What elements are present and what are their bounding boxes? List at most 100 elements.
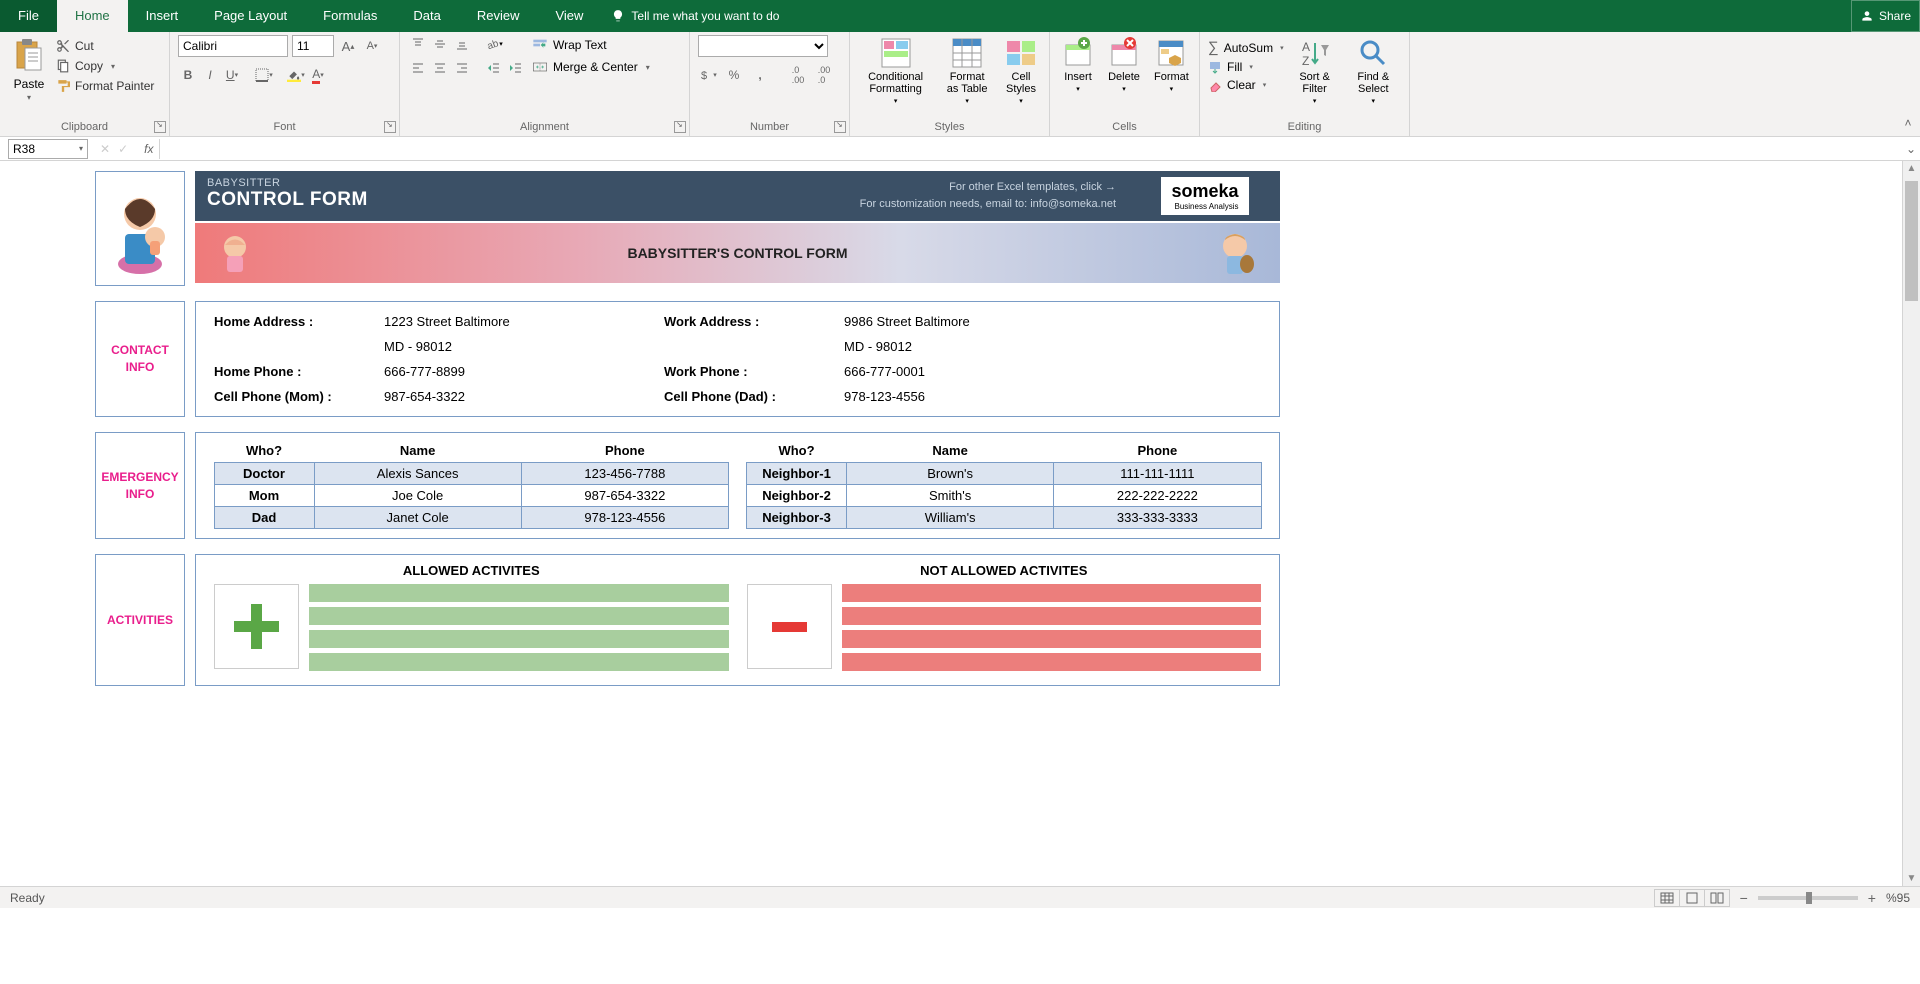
enter-formula-icon[interactable]: ✓ bbox=[118, 142, 128, 156]
tab-page-layout[interactable]: Page Layout bbox=[196, 0, 305, 32]
tab-home[interactable]: Home bbox=[57, 0, 128, 32]
table-row: DoctorAlexis Sances123-456-7788 bbox=[214, 462, 729, 484]
table-row: Neighbor-1Brown's111-111-1111 bbox=[747, 462, 1262, 484]
cut-button[interactable]: Cut bbox=[56, 39, 154, 53]
underline-button[interactable]: U▾ bbox=[222, 65, 242, 85]
tab-view[interactable]: View bbox=[537, 0, 601, 32]
cells-group-label: Cells bbox=[1050, 119, 1199, 136]
increase-indent-button[interactable] bbox=[506, 59, 526, 77]
fill-button[interactable]: Fill▾ bbox=[1208, 60, 1284, 74]
worksheet-area[interactable]: BABYSITTER CONTROL FORM For other Excel … bbox=[0, 161, 1920, 886]
scrollbar-thumb[interactable] bbox=[1905, 181, 1918, 301]
align-bottom-button[interactable] bbox=[452, 35, 472, 53]
outdent-icon bbox=[487, 61, 501, 75]
font-size-select[interactable] bbox=[292, 35, 334, 57]
scroll-down-icon[interactable]: ▼ bbox=[1903, 873, 1920, 884]
align-middle-icon bbox=[433, 37, 447, 51]
copy-button[interactable]: Copy▾ bbox=[56, 59, 154, 73]
align-right-button[interactable] bbox=[452, 59, 472, 77]
font-color-button[interactable]: A▾ bbox=[308, 65, 328, 85]
logo-text: someka bbox=[1171, 181, 1238, 201]
currency-button[interactable]: $▾ bbox=[698, 65, 718, 85]
grow-font-button[interactable]: A▴ bbox=[338, 36, 358, 56]
not-allowed-lines bbox=[842, 584, 1262, 671]
vertical-scrollbar[interactable]: ▲ ▼ bbox=[1902, 161, 1920, 886]
number-format-select[interactable] bbox=[698, 35, 828, 57]
font-dialog-launcher[interactable] bbox=[384, 121, 396, 133]
fill-color-button[interactable]: ▾ bbox=[286, 65, 306, 85]
increase-decimal-button[interactable]: .0.00 bbox=[788, 65, 808, 85]
shrink-font-button[interactable]: A▾ bbox=[362, 36, 382, 56]
logo-subtitle: Business Analysis bbox=[1171, 202, 1238, 211]
svg-text:ab: ab bbox=[486, 38, 499, 51]
scroll-up-icon[interactable]: ▲ bbox=[1903, 161, 1920, 174]
tell-me-label: Tell me what you want to do bbox=[631, 9, 779, 23]
font-name-select[interactable] bbox=[178, 35, 288, 57]
formula-bar: R38 ✕ ✓ fx ⌄ bbox=[0, 137, 1920, 161]
fx-label[interactable]: fx bbox=[138, 142, 159, 156]
comma-button[interactable]: , bbox=[750, 65, 770, 85]
orientation-button[interactable]: ab▾ bbox=[484, 35, 504, 53]
paste-label: Paste bbox=[14, 77, 45, 91]
header-title-block: BABYSITTER CONTROL FORM bbox=[195, 171, 670, 221]
zoom-out-button[interactable]: − bbox=[1740, 890, 1748, 906]
lightbulb-icon bbox=[611, 9, 625, 23]
expand-formula-bar-button[interactable]: ⌄ bbox=[1902, 142, 1920, 156]
tab-data[interactable]: Data bbox=[395, 0, 458, 32]
activities-section-body: ALLOWED ACTIVITES bbox=[195, 554, 1280, 686]
align-center-button[interactable] bbox=[430, 59, 450, 77]
emergency-table-right: Who? Name Phone Neighbor-1Brown's111-111… bbox=[747, 443, 1262, 528]
alignment-dialog-launcher[interactable] bbox=[674, 121, 686, 133]
baby-boy-icon bbox=[1215, 228, 1260, 278]
italic-button[interactable]: I bbox=[200, 65, 220, 85]
emergency-section-body: Who? Name Phone DoctorAlexis Sances123-4… bbox=[195, 432, 1280, 539]
formula-input[interactable] bbox=[159, 139, 1902, 159]
border-button[interactable]: ▾ bbox=[254, 65, 274, 85]
tab-insert[interactable]: Insert bbox=[128, 0, 197, 32]
header-subtitle: BABYSITTER bbox=[207, 177, 658, 189]
share-label: Share bbox=[1879, 9, 1911, 23]
collapse-ribbon-button[interactable]: ˄ bbox=[1896, 32, 1920, 136]
autosum-button[interactable]: ∑AutoSum▾ bbox=[1208, 39, 1284, 56]
percent-button[interactable]: % bbox=[724, 65, 744, 85]
delete-icon bbox=[1108, 37, 1140, 69]
align-top-button[interactable] bbox=[408, 35, 428, 53]
tell-me-search[interactable]: Tell me what you want to do bbox=[601, 0, 789, 32]
page-break-view-button[interactable] bbox=[1704, 889, 1730, 907]
table-row: MomJoe Cole987-654-3322 bbox=[214, 484, 729, 506]
page-layout-view-button[interactable] bbox=[1679, 889, 1705, 907]
share-button[interactable]: Share bbox=[1851, 0, 1920, 32]
align-middle-button[interactable] bbox=[430, 35, 450, 53]
clear-button[interactable]: Clear▾ bbox=[1208, 78, 1284, 92]
font-group-label: Font bbox=[170, 119, 399, 136]
tab-review[interactable]: Review bbox=[459, 0, 538, 32]
tab-file[interactable]: File bbox=[0, 0, 57, 32]
zoom-in-button[interactable]: + bbox=[1868, 890, 1876, 906]
work-phone: 666-777-0001 bbox=[844, 364, 1261, 379]
table-row: Neighbor-2Smith's222-222-2222 bbox=[747, 484, 1262, 506]
wrap-text-button[interactable]: Wrap Text bbox=[532, 37, 650, 53]
cancel-formula-icon[interactable]: ✕ bbox=[100, 142, 110, 156]
number-group-label: Number bbox=[690, 119, 849, 136]
eraser-icon bbox=[1208, 78, 1222, 92]
clipboard-dialog-launcher[interactable] bbox=[154, 121, 166, 133]
minus-icon bbox=[772, 622, 807, 632]
cell-dad: 978-123-4556 bbox=[844, 389, 1261, 404]
number-dialog-launcher[interactable] bbox=[834, 121, 846, 133]
align-left-button[interactable] bbox=[408, 59, 428, 77]
zoom-level[interactable]: %95 bbox=[1886, 891, 1910, 905]
alignment-group-label: Alignment bbox=[400, 119, 689, 136]
merge-center-button[interactable]: Merge & Center▾ bbox=[532, 59, 650, 75]
normal-view-button[interactable] bbox=[1654, 889, 1680, 907]
decrease-indent-button[interactable] bbox=[484, 59, 504, 77]
format-painter-button[interactable]: Format Painter bbox=[56, 79, 154, 93]
tab-formulas[interactable]: Formulas bbox=[305, 0, 395, 32]
decrease-decimal-button[interactable]: .00.0 bbox=[814, 65, 834, 85]
activity-line bbox=[842, 653, 1262, 671]
name-box[interactable]: R38 bbox=[8, 139, 88, 159]
cell-styles-icon bbox=[1005, 37, 1037, 69]
orientation-icon: ab bbox=[485, 37, 499, 51]
clipboard-group-label: Clipboard bbox=[0, 119, 169, 136]
zoom-slider[interactable] bbox=[1758, 896, 1858, 900]
bold-button[interactable]: B bbox=[178, 65, 198, 85]
